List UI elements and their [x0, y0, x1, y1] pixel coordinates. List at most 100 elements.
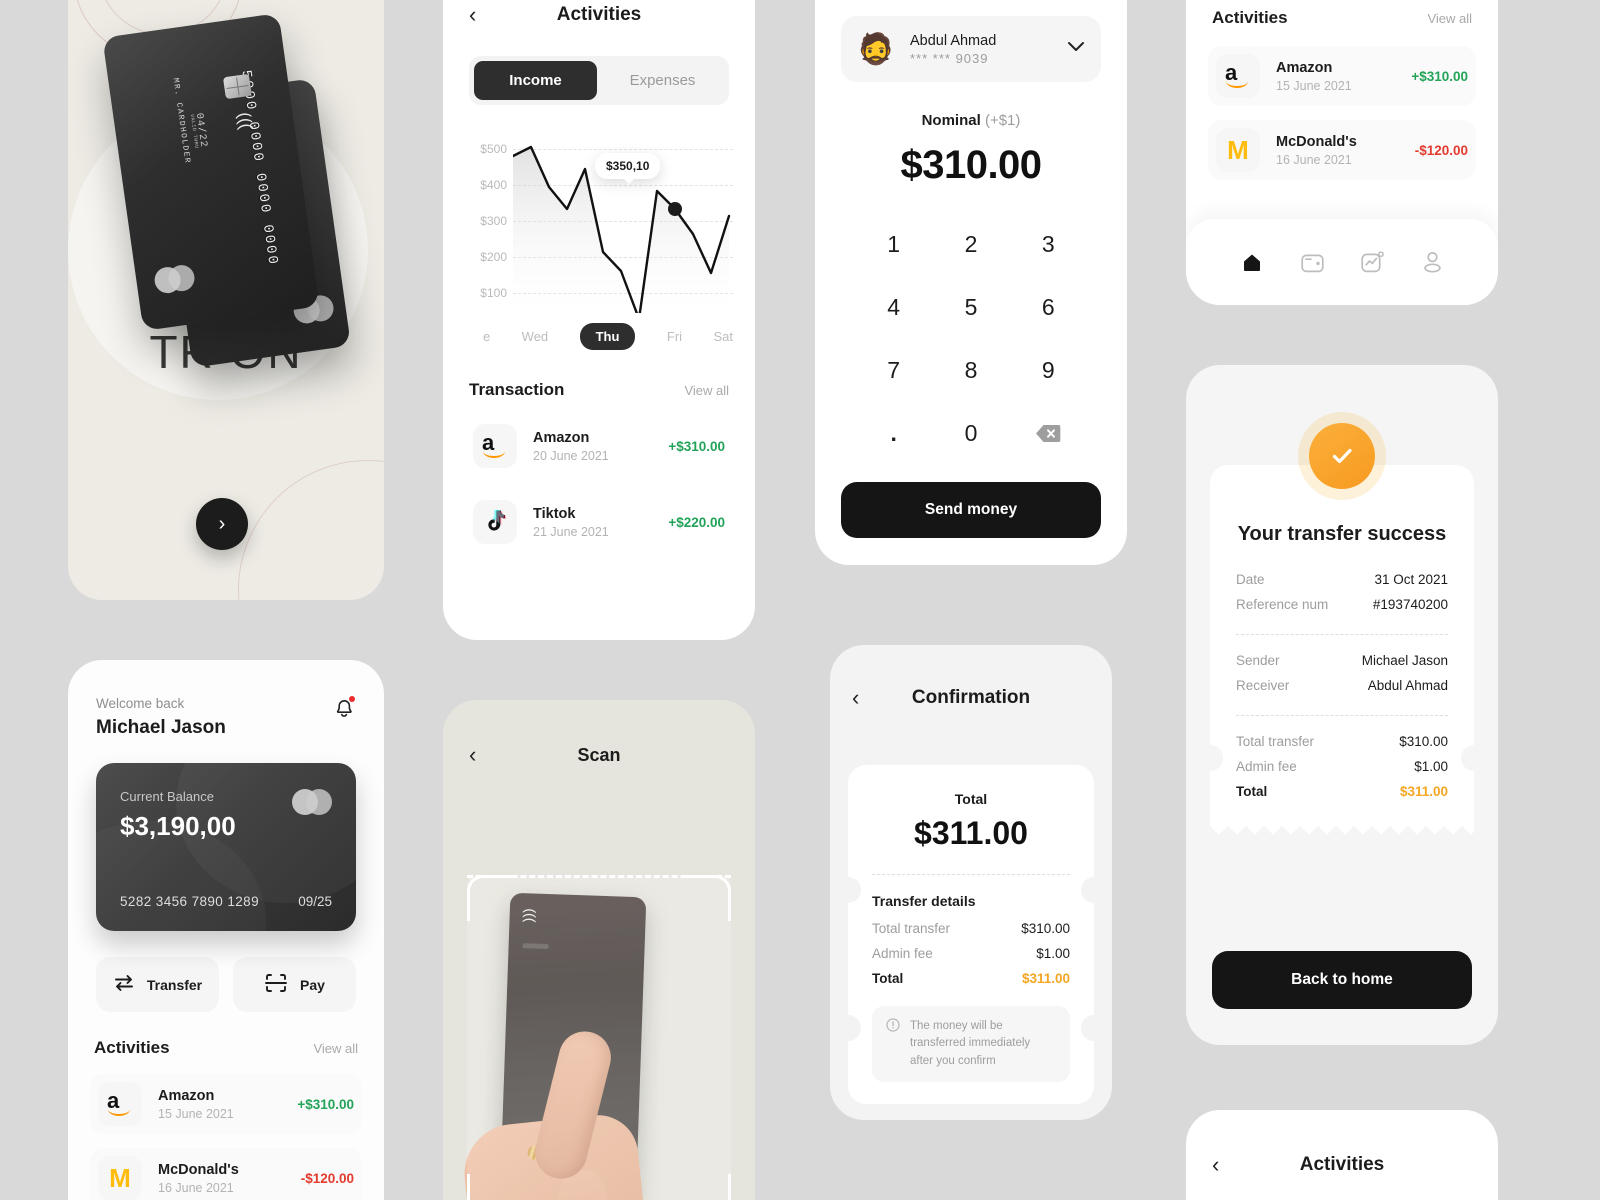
view-all-link[interactable]: View all [684, 383, 729, 398]
detail-value: 31 Oct 2021 [1374, 572, 1448, 587]
key-5[interactable]: 5 [932, 285, 1009, 330]
send-money-button[interactable]: Send money [841, 482, 1101, 538]
receipt-torn-edge [1210, 821, 1474, 837]
tiktok-logo-icon [473, 500, 517, 544]
detail-label: Receiver [1236, 678, 1290, 693]
page-title: Activities [556, 4, 642, 25]
key-1[interactable]: 1 [855, 222, 932, 267]
bottom-navigation [1186, 219, 1498, 305]
detail-row: Admin fee $1.00 [1236, 759, 1448, 774]
transaction-info: Amazon 15 June 2021 [1276, 60, 1411, 93]
key-3[interactable]: 3 [1010, 222, 1087, 267]
transfer-icon [113, 973, 135, 996]
scan-header: ‹ Scan [443, 700, 755, 766]
card-number: 5282 3456 7890 1289 [120, 894, 259, 909]
day-tab-fri[interactable]: Fri [667, 323, 682, 350]
list-item[interactable]: a Amazon 15 June 2021 +$310.00 [90, 1074, 362, 1134]
hero-card-panel: CO NG NO WIT TR ON MR. CARDHOLDER VALID … [68, 0, 384, 600]
bell-icon[interactable] [332, 696, 356, 720]
table-row[interactable]: Tiktok 21 June 2021 +$220.00 [465, 492, 733, 552]
detail-value: Abdul Ahmad [1367, 678, 1448, 693]
list-item[interactable]: a Amazon 15 June 2021 +$310.00 [1208, 46, 1476, 106]
key-8[interactable]: 8 [932, 348, 1009, 393]
tab-expenses[interactable]: Expenses [601, 61, 724, 100]
welcome-text-group: Welcome back Michael Jason [96, 696, 226, 739]
mastercard-logo [292, 789, 334, 815]
profile-icon[interactable] [1422, 251, 1443, 273]
chevron-right-icon: › [218, 512, 226, 535]
activities-header: ‹ Activities [443, 0, 755, 26]
key-9[interactable]: 9 [1010, 348, 1087, 393]
key-7[interactable]: 7 [855, 348, 932, 393]
key-6[interactable]: 6 [1010, 285, 1087, 330]
transaction-info: McDonald's 16 June 2021 [1276, 134, 1415, 167]
page-title: Your transfer success [1237, 523, 1447, 545]
pay-button[interactable]: Pay [233, 957, 356, 1012]
nominal-fee: (+$1) [984, 112, 1021, 129]
chevron-down-icon[interactable] [1067, 40, 1085, 58]
avatar: 🧔 [857, 32, 895, 66]
card-number: 5000 0000 0000 0000 [237, 69, 281, 268]
transaction-date: 15 June 2021 [1276, 78, 1352, 93]
detail-label: Total transfer [872, 921, 951, 936]
activities-chart-panel: ‹ Activities Income Expenses $500 $400 $… [443, 0, 755, 640]
card-chip-icon [222, 73, 252, 100]
transfer-button[interactable]: Transfer [96, 957, 219, 1012]
ticket-notch-left-2 [835, 1015, 861, 1041]
scan-highlight [467, 875, 731, 1200]
transaction-section-header: Transaction View all [469, 380, 729, 400]
amount-display: $310.00 [900, 143, 1042, 187]
transaction-info: Tiktok 21 June 2021 [533, 506, 668, 539]
back-icon[interactable]: ‹ [469, 4, 489, 26]
back-to-home-button[interactable]: Back to home [1212, 951, 1472, 1009]
page-title: Scan [577, 744, 621, 765]
transaction-amount: +$220.00 [668, 514, 725, 530]
transaction-info: McDonald's 16 June 2021 [158, 1162, 301, 1195]
day-tab-wed[interactable]: Wed [522, 323, 549, 350]
y-tick-300: $300 [480, 214, 507, 228]
detail-label: Date [1236, 572, 1265, 587]
home-icon[interactable] [1241, 251, 1263, 273]
key-decimal[interactable]: . [855, 411, 932, 456]
section-title: Activities [1212, 8, 1288, 27]
key-0[interactable]: 0 [932, 411, 1009, 456]
backspace-icon[interactable] [1010, 411, 1087, 456]
view-all-link[interactable]: View all [1427, 11, 1472, 26]
transaction-info: Amazon 20 June 2021 [533, 430, 668, 463]
list-item[interactable]: M McDonald's 16 June 2021 -$120.00 [90, 1148, 362, 1200]
stats-icon[interactable] [1361, 251, 1385, 273]
divider [872, 874, 1070, 875]
nominal-label: Nominal (+$1) [815, 112, 1127, 129]
detail-value: $1.00 [1414, 759, 1448, 774]
key-4[interactable]: 4 [855, 285, 932, 330]
back-icon[interactable]: ‹ [1212, 1154, 1232, 1176]
scan-frame [467, 875, 731, 1200]
detail-row-total: Total $311.00 [872, 971, 1070, 986]
hero-next-button[interactable]: › [196, 498, 248, 550]
day-tab-thu[interactable]: Thu [579, 323, 636, 350]
view-all-link[interactable]: View all [313, 1041, 358, 1056]
recipient-selector[interactable]: 🧔 Abdul Ahmad *** *** 9039 [841, 16, 1101, 82]
detail-value: $311.00 [1399, 784, 1448, 799]
back-icon[interactable]: ‹ [469, 744, 489, 766]
detail-row: Admin fee $1.00 [872, 946, 1070, 961]
table-row[interactable]: a Amazon 20 June 2021 +$310.00 [465, 416, 733, 476]
tab-income[interactable]: Income [474, 61, 597, 100]
quick-actions: Transfer Pay [96, 957, 356, 1012]
back-icon[interactable]: ‹ [852, 687, 872, 709]
day-tab-sat[interactable]: Sat [713, 323, 733, 350]
detail-label: Admin fee [1236, 759, 1297, 774]
key-2[interactable]: 2 [932, 222, 1009, 267]
income-line-chart: $500 $400 $300 $200 $100 $350,10 [443, 141, 755, 313]
transaction-amount: -$120.00 [1414, 142, 1468, 158]
wallet-icon[interactable] [1300, 252, 1324, 273]
page-title: Activities [1299, 1154, 1385, 1175]
confirmation-panel: ‹ Confirmation Total $311.00 Transfer de… [830, 645, 1112, 1120]
list-item[interactable]: M McDonald's 16 June 2021 -$120.00 [1208, 120, 1476, 180]
activities-header: ‹ Activities [1186, 1110, 1498, 1176]
income-expenses-toggle: Income Expenses [469, 56, 729, 105]
balance-card[interactable]: Current Balance $3,190,00 5282 3456 7890… [96, 763, 356, 931]
y-tick-500: $500 [480, 142, 507, 156]
activities-section-header: Activities View all [1212, 8, 1472, 28]
day-tab-0[interactable]: e [483, 323, 490, 350]
